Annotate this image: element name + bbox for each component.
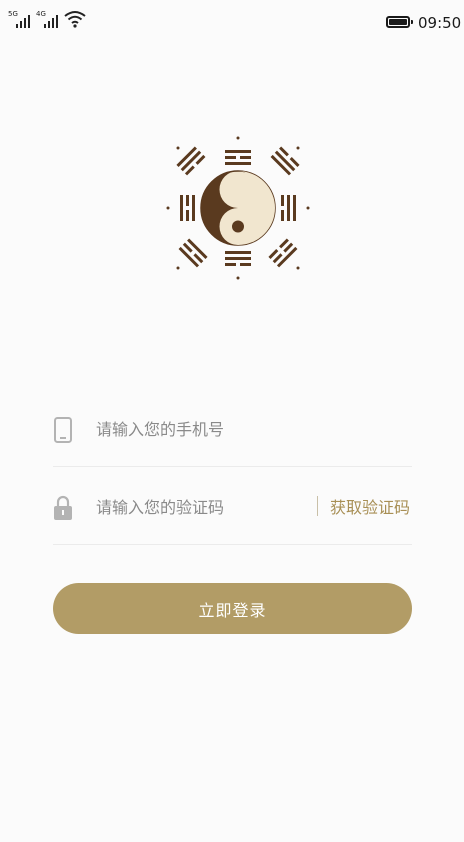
phone-field <box>53 388 412 467</box>
taiji-logo-icon <box>166 136 310 280</box>
status-time: 09:50 <box>418 14 462 32</box>
login-button[interactable]: 立即登录 <box>53 583 412 634</box>
lock-icon <box>54 495 72 520</box>
get-code-button[interactable]: 获取验证码 <box>330 494 410 518</box>
verification-code-field: 获取验证码 <box>53 466 412 545</box>
battery-icon <box>386 16 413 28</box>
wifi-icon <box>64 11 86 28</box>
phone-icon <box>54 417 72 443</box>
field-divider <box>317 496 318 516</box>
phone-input[interactable] <box>96 414 306 444</box>
status-bar: 5G 4G 09:50 <box>0 0 464 44</box>
verification-code-input[interactable] <box>96 492 306 522</box>
